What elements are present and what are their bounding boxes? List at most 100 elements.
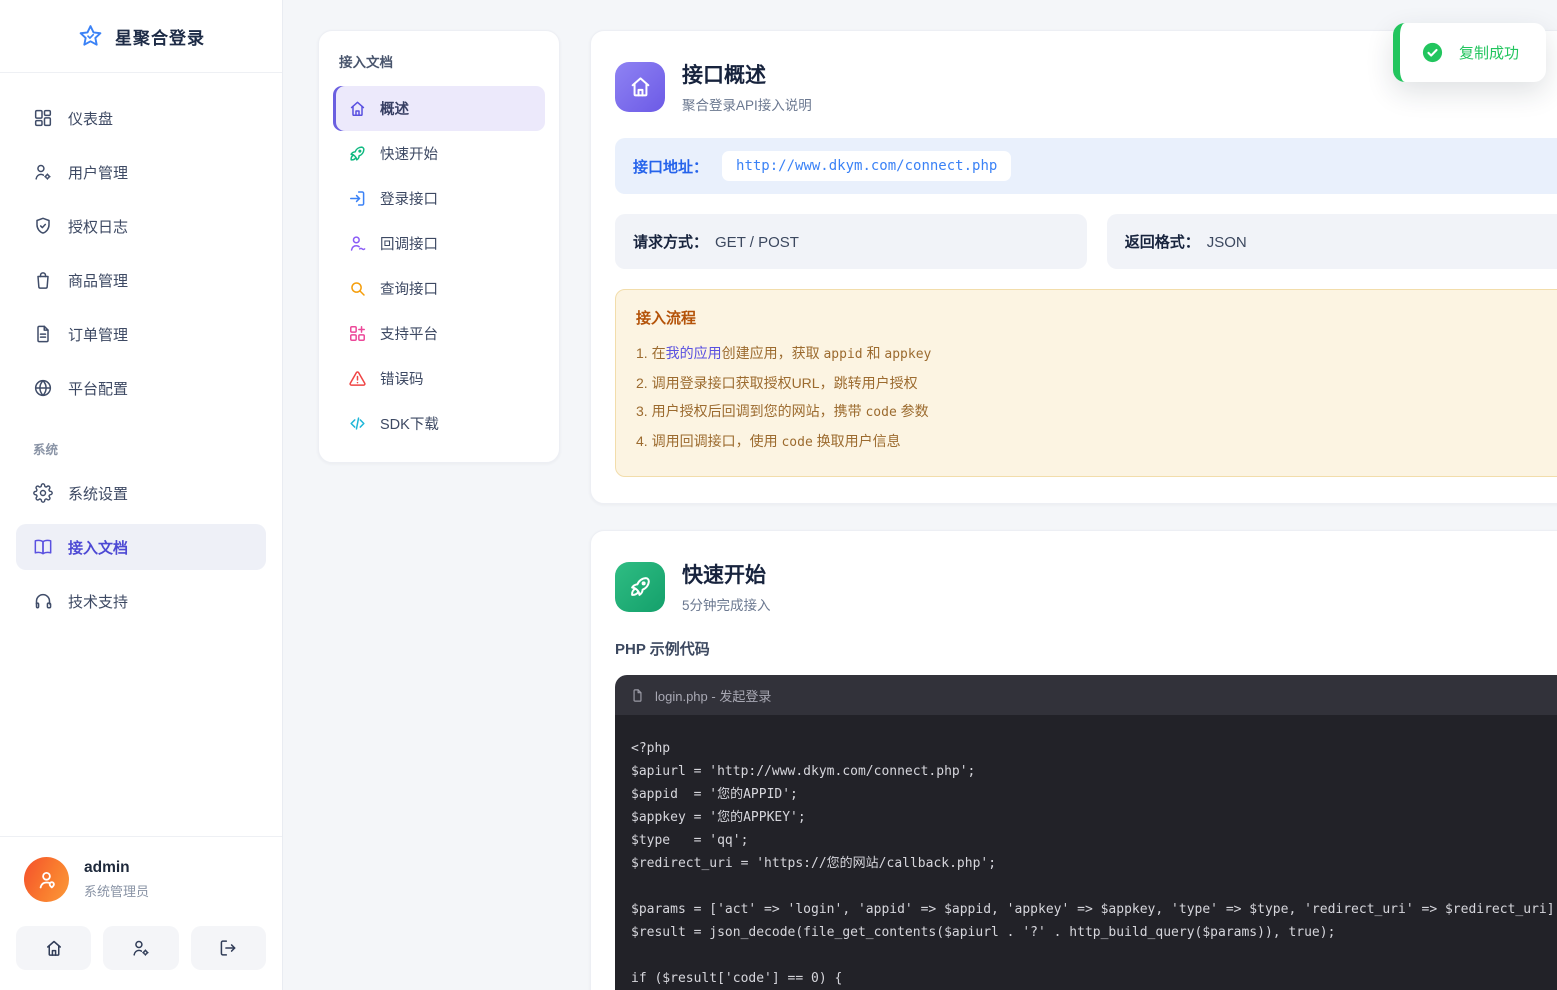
code-block-header: login.php - 发起登录 xyxy=(615,675,1557,715)
app-window: 星聚合登录 仪表盘 用户管理 授权日志 商品管理 订单管理 xyxy=(0,0,1557,990)
sidebar-item-products[interactable]: 商品管理 xyxy=(16,257,266,303)
flow-step-text: code xyxy=(781,435,812,450)
sidebar-item-auth-logs[interactable]: 授权日志 xyxy=(16,203,266,249)
doc-nav-item-query-api[interactable]: 查询接口 xyxy=(333,266,545,311)
flow-step-text: 换取用户信息 xyxy=(813,433,901,449)
doc-nav-item-sdk-download[interactable]: SDK下载 xyxy=(333,401,545,446)
doc-nav-item-error-codes[interactable]: 错误码 xyxy=(333,356,545,401)
sidebar-item-label: 平台配置 xyxy=(68,378,128,399)
code-icon xyxy=(348,414,367,433)
doc-nav-item-label: 支持平台 xyxy=(380,323,438,344)
overview-card: 接口概述 聚合登录API接入说明 接口地址： http://www.dkym.c… xyxy=(590,30,1557,504)
user-name: admin xyxy=(84,859,149,877)
flow-step-text: appkey xyxy=(884,347,931,362)
flow-step: 1. 在我的应用创建应用，获取 appid 和 appkey xyxy=(636,339,1557,369)
doc-nav-item-platforms[interactable]: 支持平台 xyxy=(333,311,545,356)
sidebar-item-platform-config[interactable]: 平台配置 xyxy=(16,365,266,411)
code-content: <?php $apiurl = 'http://www.dkym.com/con… xyxy=(615,715,1557,990)
doc-nav-item-label: 查询接口 xyxy=(380,278,438,299)
sidebar-item-docs[interactable]: 接入文档 xyxy=(16,524,266,570)
user-info: admin 系统管理员 xyxy=(84,859,149,900)
flow-step-text: appid xyxy=(823,347,862,362)
star-logo-icon xyxy=(77,23,104,50)
return-format-label: 返回格式： xyxy=(1125,234,1200,251)
flow-step-text: code xyxy=(865,405,896,420)
gear-icon xyxy=(33,483,53,503)
rocket-icon xyxy=(348,144,367,163)
my-apps-link[interactable]: 我的应用 xyxy=(666,345,722,361)
home-icon xyxy=(628,74,653,99)
doc-nav-item-callback-api[interactable]: 回调接口 xyxy=(333,221,545,266)
doc-nav-item-label: 回调接口 xyxy=(380,233,438,254)
globe-icon xyxy=(33,378,53,398)
sidebar-item-label: 用户管理 xyxy=(68,162,128,183)
sidebar-item-dashboard[interactable]: 仪表盘 xyxy=(16,95,266,141)
return-format-box: 返回格式： JSON xyxy=(1107,214,1557,269)
check-circle-icon xyxy=(1421,41,1444,64)
flow-step-text: 参数 xyxy=(897,403,929,419)
quickstart-card-header: 快速开始 5分钟完成接入 xyxy=(615,559,1557,614)
sidebar-item-orders[interactable]: 订单管理 xyxy=(16,311,266,357)
flow-steps: 1. 在我的应用创建应用，获取 appid 和 appkey2. 调用登录接口获… xyxy=(636,339,1557,457)
sidebar-nav: 仪表盘 用户管理 授权日志 商品管理 订单管理 平台配置 系统 xyxy=(0,73,282,836)
home-button[interactable] xyxy=(16,926,91,970)
overview-subtitle: 聚合登录API接入说明 xyxy=(682,94,812,114)
headphones-icon xyxy=(33,591,53,611)
user-pin-icon xyxy=(35,868,59,892)
code-sample-label: PHP 示例代码 xyxy=(615,638,1557,659)
code-block: login.php - 发起登录 <?php $apiurl = 'http:/… xyxy=(615,675,1557,990)
shopping-bag-icon xyxy=(33,270,53,290)
request-method-value: GET / POST xyxy=(715,234,799,251)
request-method-box: 请求方式：GET / POST xyxy=(615,214,1087,269)
brand-logo: 星聚合登录 xyxy=(0,0,282,73)
doc-nav-item-quickstart[interactable]: 快速开始 xyxy=(333,131,545,176)
doc-nav-item-overview[interactable]: 概述 xyxy=(333,86,545,131)
user-actions xyxy=(16,926,266,970)
toast-message: 复制成功 xyxy=(1459,42,1519,63)
dashboard-icon xyxy=(33,108,53,128)
search-icon xyxy=(348,279,367,298)
user-settings-icon xyxy=(33,162,53,182)
sidebar-item-label: 授权日志 xyxy=(68,216,128,237)
flow-step: 4. 调用回调接口，使用 code 换取用户信息 xyxy=(636,427,1557,457)
sidebar-item-system-settings[interactable]: 系统设置 xyxy=(16,470,266,516)
integration-flow-box: 接入流程 1. 在我的应用创建应用，获取 appid 和 appkey2. 调用… xyxy=(615,289,1557,477)
main-column: 接口概述 聚合登录API接入说明 接口地址： http://www.dkym.c… xyxy=(590,30,1557,990)
sidebar-item-label: 订单管理 xyxy=(68,324,128,345)
flow-step: 3. 用户授权后回调到您的网站，携带 code 参数 xyxy=(636,397,1557,427)
flow-step: 2. 调用登录接口获取授权URL，跳转用户授权 xyxy=(636,369,1557,397)
user-profile: admin 系统管理员 xyxy=(16,857,266,902)
file-text-icon xyxy=(33,324,53,344)
overview-title: 接口概述 xyxy=(682,59,812,89)
api-url-code[interactable]: http://www.dkym.com/connect.php xyxy=(722,151,1011,181)
overview-card-titles: 接口概述 聚合登录API接入说明 xyxy=(682,59,812,114)
overview-card-icon xyxy=(615,62,665,112)
api-meta-row: 请求方式：GET / POST 返回格式： JSON xyxy=(615,214,1557,269)
flow-step-text: 1. 在 xyxy=(636,345,666,361)
sidebar-item-label: 接入文档 xyxy=(68,537,128,558)
flow-step-text: 4. 调用回调接口，使用 xyxy=(636,433,781,449)
flow-step-text: 3. 用户授权后回调到您的网站，携带 xyxy=(636,403,865,419)
sidebar-item-label: 技术支持 xyxy=(68,591,128,612)
doc-nav-item-label: 概述 xyxy=(380,98,409,119)
user-role: 系统管理员 xyxy=(84,881,149,900)
quickstart-title: 快速开始 xyxy=(682,559,771,589)
profile-settings-button[interactable] xyxy=(103,926,178,970)
return-format-value: JSON xyxy=(1207,234,1247,251)
user-area: admin 系统管理员 xyxy=(0,836,282,990)
user-settings-icon xyxy=(131,938,151,958)
shield-check-icon xyxy=(33,216,53,236)
logout-button[interactable] xyxy=(191,926,266,970)
code-filename: login.php - 发起登录 xyxy=(655,686,771,705)
sidebar: 星聚合登录 仪表盘 用户管理 授权日志 商品管理 订单管理 xyxy=(0,0,283,990)
sidebar-item-users[interactable]: 用户管理 xyxy=(16,149,266,195)
flow-step-text: 和 xyxy=(863,345,885,361)
doc-nav-item-login-api[interactable]: 登录接口 xyxy=(333,176,545,221)
sidebar-item-label: 仪表盘 xyxy=(68,108,113,129)
doc-nav-title: 接入文档 xyxy=(333,51,545,86)
rocket-icon xyxy=(628,574,653,599)
sidebar-item-support[interactable]: 技术支持 xyxy=(16,578,266,624)
sidebar-item-label: 商品管理 xyxy=(68,270,128,291)
doc-nav-item-label: SDK下载 xyxy=(380,413,439,434)
quickstart-card-icon xyxy=(615,562,665,612)
